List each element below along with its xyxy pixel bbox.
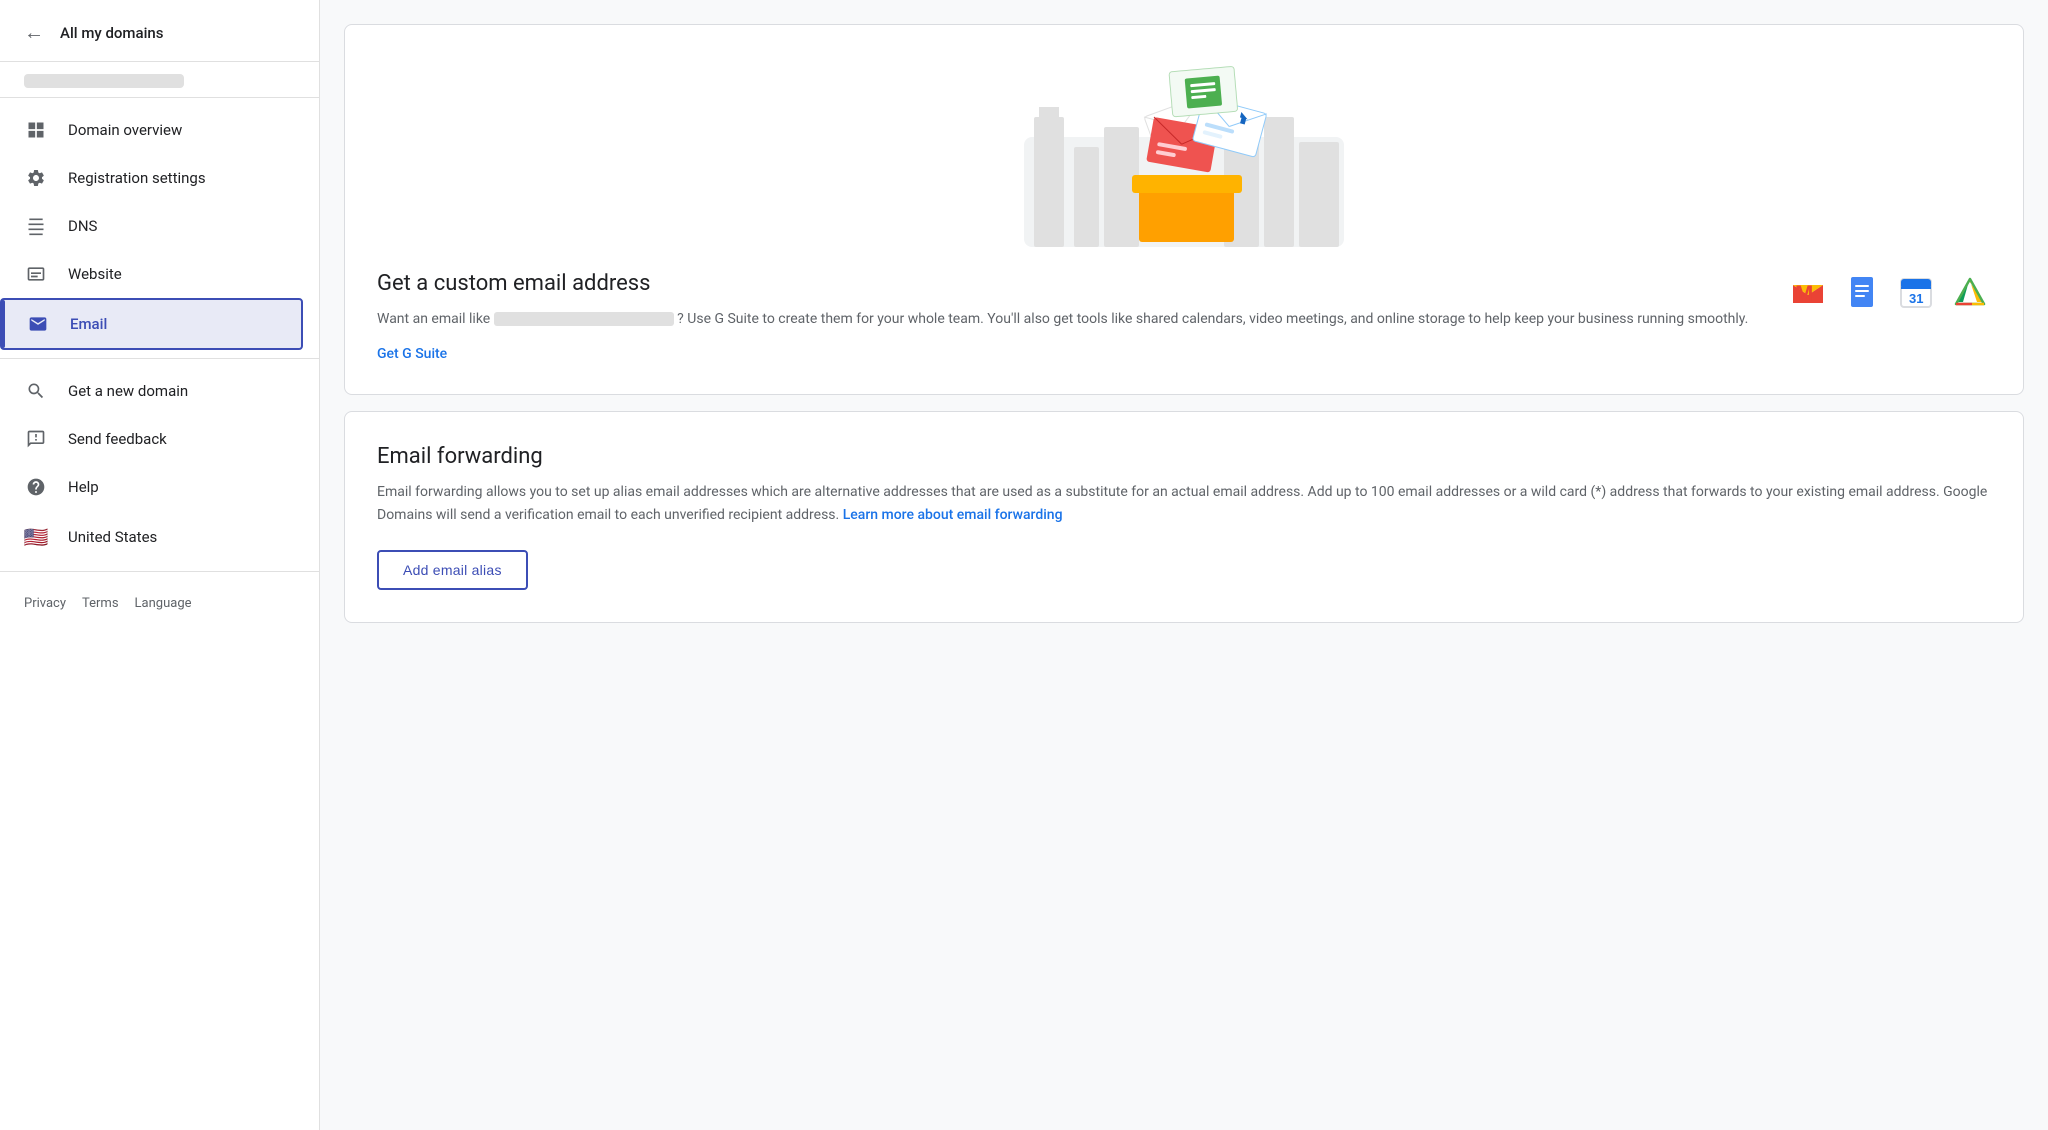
nav-label-united-states: United States bbox=[68, 528, 157, 546]
email-forwarding-card: Email forwarding Email forwarding allows… bbox=[344, 411, 2024, 623]
custom-email-desc: Want an email like ? Use G Suite to crea… bbox=[377, 308, 1755, 330]
sidebar-item-website[interactable]: Website bbox=[0, 250, 303, 298]
nav-label-registration-settings: Registration settings bbox=[68, 169, 206, 187]
svg-text:M: M bbox=[1795, 281, 1813, 306]
back-label: All my domains bbox=[60, 24, 163, 42]
back-button[interactable]: ← All my domains bbox=[0, 0, 319, 62]
nav-label-domain-overview: Domain overview bbox=[68, 121, 182, 139]
sidebar-bottom-nav: Get a new domain Send feedback Help bbox=[0, 359, 319, 572]
website-icon bbox=[24, 264, 48, 284]
privacy-link[interactable]: Privacy bbox=[24, 596, 66, 611]
email-icon bbox=[26, 314, 50, 334]
custom-email-card: Get a custom email address Want an email… bbox=[344, 24, 2024, 395]
sidebar-item-email[interactable]: Email bbox=[0, 298, 303, 350]
sidebar: ← All my domains Domain overview R bbox=[0, 0, 320, 1130]
sidebar-item-dns[interactable]: DNS bbox=[0, 202, 303, 250]
nav-label-website: Website bbox=[68, 265, 122, 283]
google-drive-icon bbox=[1949, 271, 1991, 313]
nav-label-send-feedback: Send feedback bbox=[68, 430, 167, 448]
sidebar-item-registration-settings[interactable]: Registration settings bbox=[0, 154, 303, 202]
search-icon bbox=[24, 381, 48, 401]
grid-icon bbox=[24, 120, 48, 140]
dns-icon bbox=[24, 216, 48, 236]
sidebar-item-send-feedback[interactable]: Send feedback bbox=[0, 415, 303, 463]
sidebar-item-get-new-domain[interactable]: Get a new domain bbox=[0, 367, 303, 415]
forwarding-card-inner: Email forwarding Email forwarding allows… bbox=[345, 412, 2023, 622]
gmail-icon: M bbox=[1787, 271, 1829, 313]
sidebar-item-united-states[interactable]: 🇺🇸 United States bbox=[0, 511, 303, 563]
desc-after: ? Use G Suite to create them for your wh… bbox=[677, 311, 1748, 327]
sidebar-domain bbox=[0, 62, 319, 98]
learn-more-link[interactable]: Learn more about email forwarding bbox=[843, 507, 1063, 523]
domain-text bbox=[24, 74, 184, 88]
nav-label-get-new-domain: Get a new domain bbox=[68, 382, 188, 400]
sidebar-footer: Privacy Terms Language bbox=[0, 572, 319, 635]
language-link[interactable]: Language bbox=[135, 596, 192, 611]
help-icon bbox=[24, 477, 48, 497]
custom-email-text: Get a custom email address Want an email… bbox=[377, 271, 1755, 362]
forwarding-desc-text: Email forwarding allows you to set up al… bbox=[377, 484, 1987, 522]
footer-links: Privacy Terms Language bbox=[0, 580, 319, 627]
illustration-area bbox=[377, 57, 1991, 247]
feedback-icon bbox=[24, 429, 48, 449]
nav-label-email: Email bbox=[70, 315, 107, 333]
sidebar-item-domain-overview[interactable]: Domain overview bbox=[0, 106, 303, 154]
gear-icon bbox=[24, 168, 48, 188]
custom-email-body: Get a custom email address Want an email… bbox=[377, 271, 1991, 362]
desc-before: Want an email like bbox=[377, 311, 490, 327]
email-illustration bbox=[1024, 57, 1344, 247]
google-docs-icon bbox=[1841, 271, 1883, 313]
flag-icon: 🇺🇸 bbox=[24, 525, 48, 549]
sidebar-item-help[interactable]: Help bbox=[0, 463, 303, 511]
desc-blurred-email bbox=[494, 312, 674, 326]
add-email-alias-button[interactable]: Add email alias bbox=[377, 550, 528, 590]
custom-email-title: Get a custom email address bbox=[377, 271, 1755, 296]
svg-text:31: 31 bbox=[1909, 291, 1923, 306]
forwarding-desc: Email forwarding allows you to set up al… bbox=[377, 481, 1991, 526]
google-calendar-icon: 31 bbox=[1895, 271, 1937, 313]
main-content: Get a custom email address Want an email… bbox=[320, 0, 2048, 1130]
forwarding-title: Email forwarding bbox=[377, 444, 1991, 469]
gsuite-icons: M 31 bbox=[1787, 271, 1991, 313]
nav-label-dns: DNS bbox=[68, 217, 97, 235]
terms-link[interactable]: Terms bbox=[82, 596, 119, 611]
nav-label-help: Help bbox=[68, 478, 99, 496]
back-arrow-icon: ← bbox=[24, 20, 44, 45]
sidebar-nav: Domain overview Registration settings DN… bbox=[0, 98, 319, 359]
get-gsuite-link[interactable]: Get G Suite bbox=[377, 346, 447, 362]
